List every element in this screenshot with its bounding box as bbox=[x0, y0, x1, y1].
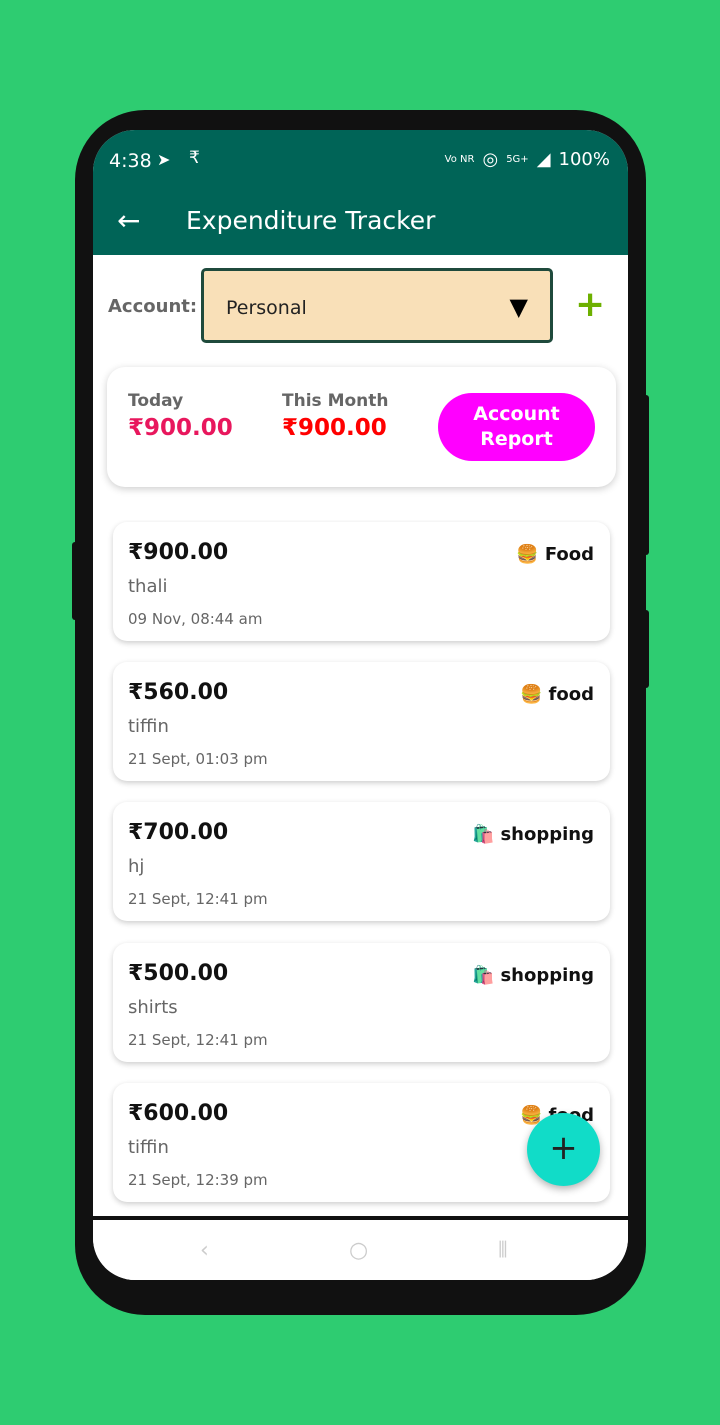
volte-icon: Vo NR bbox=[444, 153, 475, 165]
today-label: Today bbox=[128, 391, 184, 411]
system-nav-bar: ‹ ○ ⦀ bbox=[93, 1220, 628, 1280]
expense-date: 21 Sept, 01:03 pm bbox=[128, 750, 268, 768]
status-bar: 4:38 ➤ ₹ Vo NR ◎ 5G+ ◢ 100% bbox=[93, 130, 628, 190]
expense-card[interactable]: ₹900.00 thali 09 Nov, 08:44 am 🍔 Food bbox=[113, 522, 610, 641]
account-selected-value: Personal bbox=[226, 297, 307, 319]
category-label: food bbox=[548, 684, 594, 705]
dropdown-arrow-icon: ▼ bbox=[509, 293, 528, 321]
expense-list: ₹900.00 thali 09 Nov, 08:44 am 🍔 Food ₹5… bbox=[93, 520, 628, 1216]
expense-category: 🛍️ shopping bbox=[472, 824, 594, 845]
add-expense-fab[interactable]: + bbox=[527, 1113, 600, 1186]
expense-amount: ₹560.00 bbox=[128, 680, 229, 705]
expense-amount: ₹600.00 bbox=[128, 1101, 229, 1126]
expense-category: 🍔 food bbox=[520, 684, 594, 705]
page-title: Expenditure Tracker bbox=[186, 206, 436, 235]
expense-description: tiffin bbox=[128, 716, 169, 737]
expense-amount: ₹700.00 bbox=[128, 820, 229, 845]
month-amount: ₹900.00 bbox=[282, 415, 387, 441]
status-icons: Vo NR ◎ 5G+ ◢ 100% bbox=[445, 149, 610, 170]
nav-home-icon[interactable]: ○ bbox=[349, 1238, 368, 1263]
expense-date: 21 Sept, 12:41 pm bbox=[128, 890, 268, 908]
expense-category: 🛍️ shopping bbox=[472, 965, 594, 986]
add-account-button[interactable]: + bbox=[575, 284, 605, 325]
expense-description: thali bbox=[128, 576, 168, 597]
burger-icon: 🍔 bbox=[516, 544, 539, 565]
battery-label: 100% bbox=[558, 149, 610, 170]
expense-date: 09 Nov, 08:44 am bbox=[128, 610, 263, 628]
expense-category: 🍔 Food bbox=[516, 544, 594, 565]
account-dropdown[interactable]: Personal ▼ bbox=[201, 268, 553, 343]
expense-card[interactable]: ₹560.00 tiffin 21 Sept, 01:03 pm 🍔 food bbox=[113, 662, 610, 781]
rupee-notification-icon: ₹ bbox=[189, 148, 200, 168]
expense-amount: ₹900.00 bbox=[128, 540, 229, 565]
shopping-bag-icon: 🛍️ bbox=[472, 965, 495, 986]
nav-recents-icon[interactable]: ⦀ bbox=[498, 1238, 508, 1263]
expense-amount: ₹500.00 bbox=[128, 961, 229, 986]
summary-card: Today ₹900.00 This Month ₹900.00 Account… bbox=[107, 367, 616, 487]
shopping-bag-icon: 🛍️ bbox=[472, 824, 495, 845]
phone-screen: 4:38 ➤ ₹ Vo NR ◎ 5G+ ◢ 100% ← Expenditur… bbox=[93, 130, 628, 1280]
expense-description: shirts bbox=[128, 997, 178, 1018]
expense-description: tiffin bbox=[128, 1137, 169, 1158]
expense-card[interactable]: ₹700.00 hj 21 Sept, 12:41 pm 🛍️ shopping bbox=[113, 802, 610, 921]
hotspot-icon: ◎ bbox=[482, 149, 499, 170]
signal-icon: ◢ bbox=[536, 149, 551, 170]
expense-card[interactable]: ₹500.00 shirts 21 Sept, 12:41 pm 🛍️ shop… bbox=[113, 943, 610, 1062]
expense-date: 21 Sept, 12:41 pm bbox=[128, 1031, 268, 1049]
category-label: shopping bbox=[500, 965, 594, 986]
status-time: 4:38 bbox=[109, 150, 152, 172]
today-amount: ₹900.00 bbox=[128, 415, 233, 441]
expense-date: 21 Sept, 12:39 pm bbox=[128, 1171, 268, 1189]
expense-description: hj bbox=[128, 856, 145, 877]
network-label: 5G+ bbox=[506, 153, 529, 165]
telegram-icon: ➤ bbox=[157, 150, 171, 169]
category-label: Food bbox=[544, 544, 594, 565]
nav-back-icon[interactable]: ‹ bbox=[200, 1238, 209, 1263]
account-label: Account: bbox=[108, 296, 198, 317]
burger-icon: 🍔 bbox=[520, 684, 543, 705]
account-report-button[interactable]: Account Report bbox=[438, 393, 595, 461]
app-bar: ← Expenditure Tracker bbox=[93, 190, 628, 255]
back-arrow-icon[interactable]: ← bbox=[117, 204, 140, 237]
category-label: shopping bbox=[500, 824, 594, 845]
month-label: This Month bbox=[282, 391, 389, 411]
